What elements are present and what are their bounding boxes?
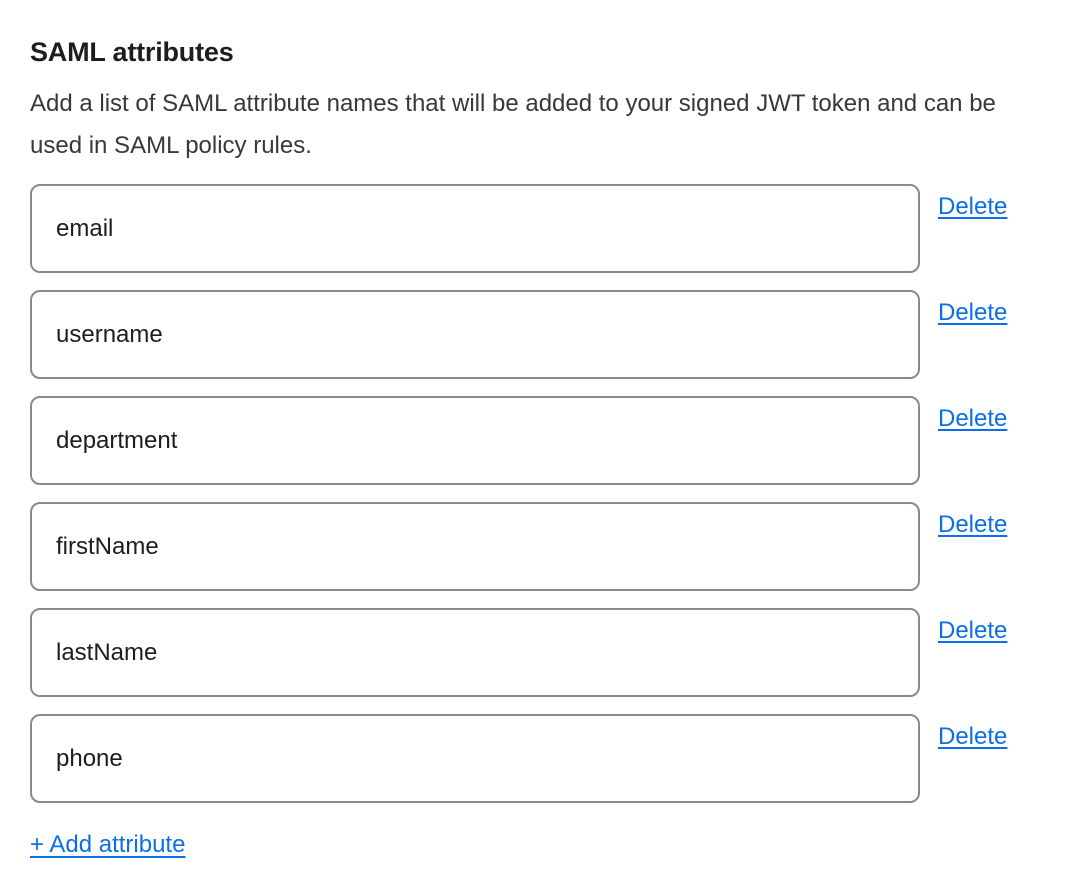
attribute-row: Delete <box>30 396 1023 485</box>
attribute-input[interactable] <box>30 184 920 273</box>
attributes-list: Delete Delete Delete Delete Delete Delet… <box>30 184 1023 803</box>
delete-link[interactable]: Delete <box>938 192 1007 222</box>
attribute-input[interactable] <box>30 290 920 379</box>
attribute-row: Delete <box>30 502 1023 591</box>
delete-link[interactable]: Delete <box>938 722 1007 752</box>
attribute-row: Delete <box>30 290 1023 379</box>
add-attribute-link[interactable]: + Add attribute <box>30 829 185 860</box>
saml-attributes-section: SAML attributes Add a list of SAML attri… <box>0 0 1066 886</box>
attribute-input[interactable] <box>30 502 920 591</box>
delete-link[interactable]: Delete <box>938 510 1007 540</box>
attribute-row: Delete <box>30 714 1023 803</box>
attribute-row: Delete <box>30 608 1023 697</box>
delete-link[interactable]: Delete <box>938 298 1007 328</box>
attribute-input[interactable] <box>30 714 920 803</box>
delete-link[interactable]: Delete <box>938 616 1007 646</box>
attribute-input[interactable] <box>30 608 920 697</box>
delete-link[interactable]: Delete <box>938 404 1007 434</box>
page-description: Add a list of SAML attribute names that … <box>30 83 1015 167</box>
attribute-row: Delete <box>30 184 1023 273</box>
attribute-input[interactable] <box>30 396 920 485</box>
page-title: SAML attributes <box>30 35 1023 69</box>
